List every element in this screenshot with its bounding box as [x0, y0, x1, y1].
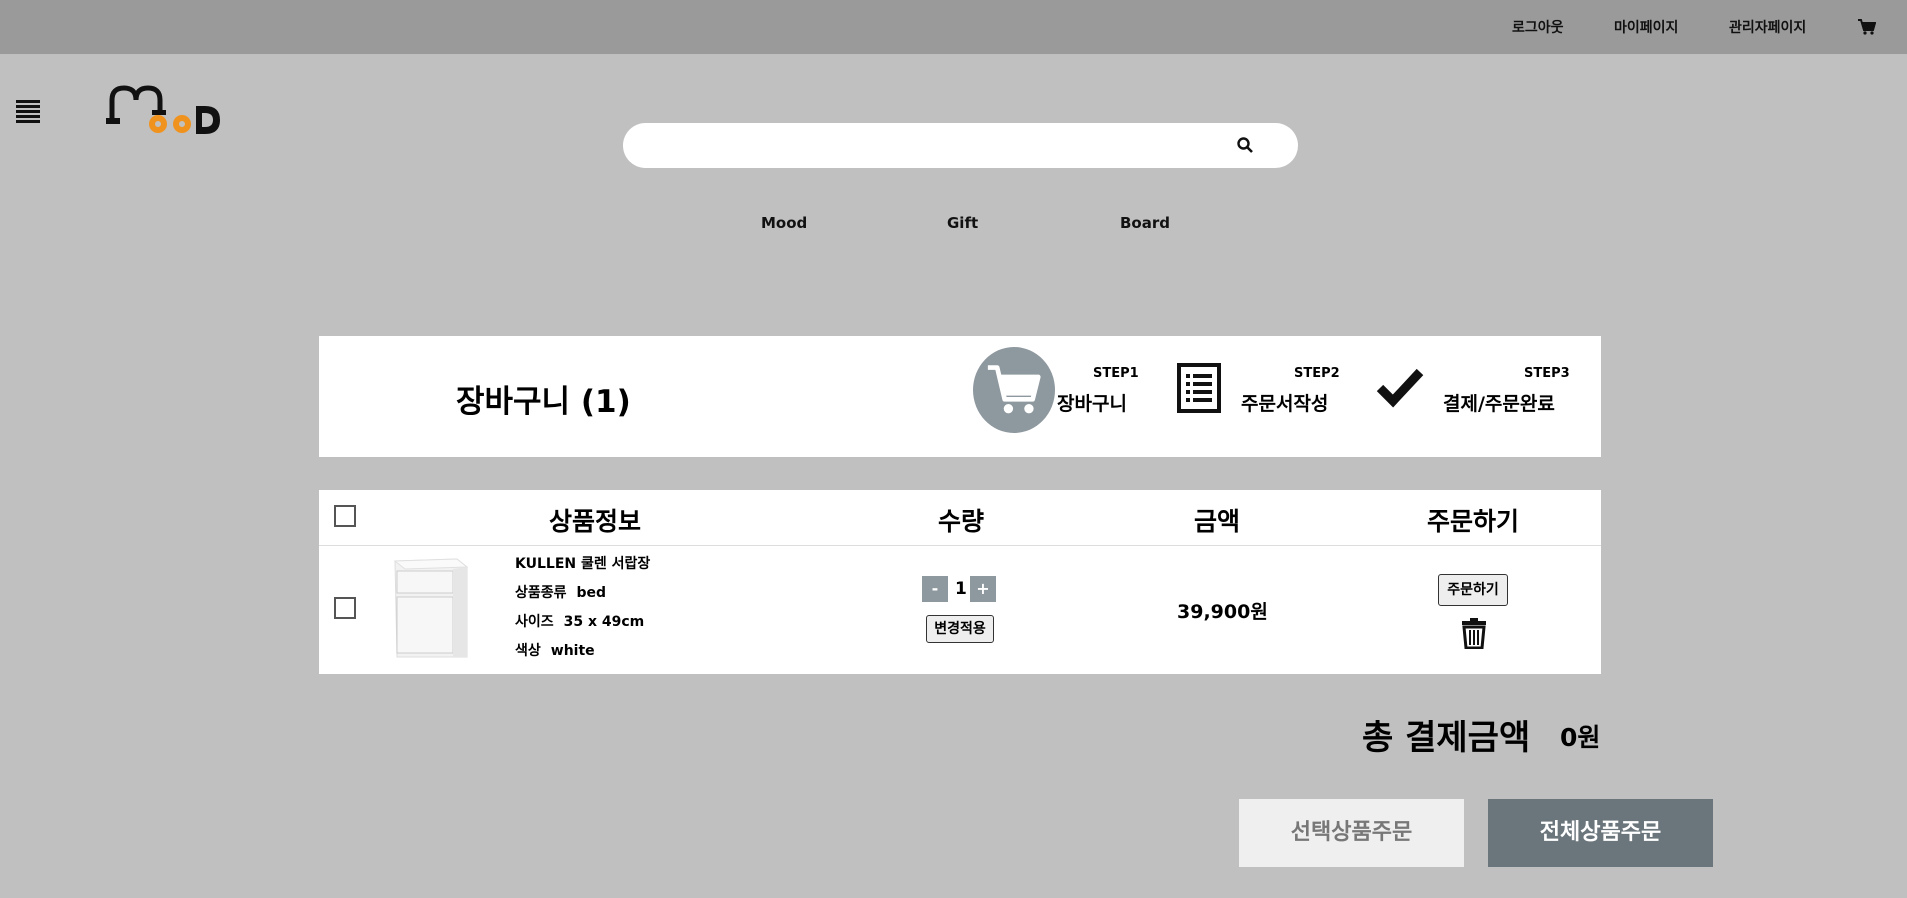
- admin-link[interactable]: 관리자페이지: [1729, 17, 1806, 37]
- step2-label: STEP2: [1294, 366, 1340, 381]
- search-bar[interactable]: [623, 123, 1298, 168]
- search-icon[interactable]: [1236, 136, 1254, 154]
- select-all-checkbox[interactable]: [334, 505, 356, 527]
- cart-icon[interactable]: [1858, 19, 1876, 35]
- step1-label: STEP1: [1093, 366, 1139, 381]
- product-color: 색상 white: [515, 640, 595, 660]
- product-image[interactable]: [387, 553, 471, 661]
- size-value: 35 x 49cm: [563, 614, 645, 630]
- order-item-button[interactable]: 주문하기: [1438, 574, 1508, 606]
- header-order: 주문하기: [1426, 507, 1520, 536]
- check-icon: [1376, 368, 1424, 408]
- search-input[interactable]: [645, 123, 1225, 168]
- total-label: 총 결제금액: [1362, 718, 1531, 758]
- trash-icon[interactable]: [1461, 617, 1487, 649]
- header-product-info: 상품정보: [548, 507, 642, 536]
- list-icon: [1177, 363, 1221, 413]
- step3-label: STEP3: [1524, 366, 1570, 381]
- item-checkbox[interactable]: [334, 597, 356, 619]
- header-price: 금액: [1193, 507, 1241, 536]
- quantity-value[interactable]: 1: [955, 579, 967, 599]
- category-value: bed: [576, 585, 607, 601]
- quantity-plus-button[interactable]: +: [970, 576, 996, 602]
- hamburger-icon[interactable]: [16, 100, 40, 124]
- step1-circle: [973, 347, 1055, 433]
- table-header: 상품정보 수량 금액 주문하기: [319, 490, 1601, 546]
- item-price: 39,900원: [1177, 601, 1268, 623]
- cart-icon: [987, 365, 1041, 414]
- product-size: 사이즈 35 x 49cm: [515, 611, 644, 631]
- step3-text: 결제/주문완료: [1443, 393, 1555, 415]
- cart-table: 상품정보 수량 금액 주문하기 KULLEN 쿨렌 서랍장 상품종류 bed 사이…: [319, 490, 1601, 674]
- product-category: 상품종류 bed: [515, 582, 606, 602]
- nav-item-board[interactable]: Board: [1120, 214, 1170, 232]
- mypage-link[interactable]: 마이페이지: [1614, 17, 1678, 37]
- logout-link[interactable]: 로그아웃: [1512, 17, 1564, 37]
- cart-steps-panel: 장바구니 (1) STEP1 장바구니 STEP2 주문서작성 STEP3 결제…: [319, 336, 1601, 457]
- mood-logo[interactable]: [106, 84, 224, 136]
- apply-change-button[interactable]: 변경적용: [926, 615, 994, 643]
- category-label: 상품종류: [515, 585, 567, 601]
- product-name[interactable]: KULLEN 쿨렌 서랍장: [515, 553, 650, 573]
- order-all-button[interactable]: 전체상품주문: [1488, 799, 1713, 867]
- header-quantity: 수량: [937, 507, 985, 536]
- color-label: 색상: [515, 643, 541, 659]
- order-selected-button[interactable]: 선택상품주문: [1239, 799, 1464, 867]
- nav-item-gift[interactable]: Gift: [947, 214, 978, 232]
- color-value: white: [550, 643, 595, 659]
- total-value: 0원: [1560, 723, 1601, 752]
- step1-text: 장바구니: [1057, 393, 1127, 415]
- page-title: 장바구니 (1): [456, 384, 631, 420]
- quantity-minus-button[interactable]: -: [922, 576, 948, 602]
- nav-item-mood[interactable]: Mood: [761, 214, 807, 232]
- size-label: 사이즈: [515, 614, 554, 630]
- step2-text: 주문서작성: [1241, 393, 1329, 415]
